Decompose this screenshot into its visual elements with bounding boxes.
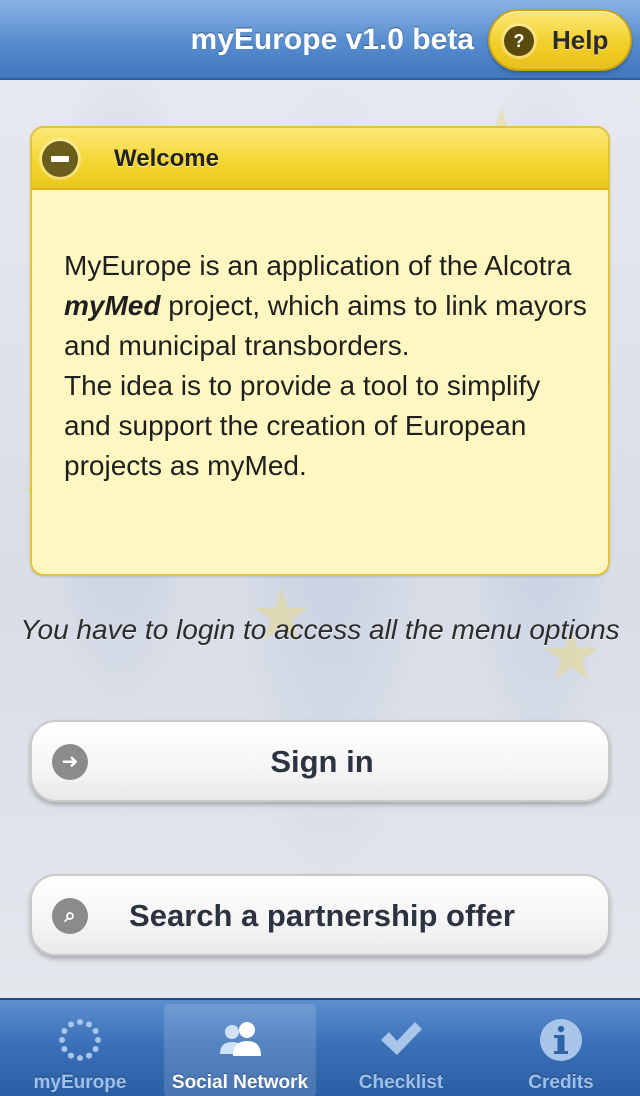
tab-label: Checklist <box>358 1072 444 1093</box>
app-header: myEurope v1.0 beta ? Help <box>0 0 640 80</box>
tab-social-network[interactable]: Social Network <box>164 1004 316 1096</box>
welcome-text: MyEurope is an application of the Alcotr… <box>64 246 594 486</box>
tab-bar: myEurope Social Network Checklist Credit… <box>0 998 640 1096</box>
help-label: Help <box>552 25 609 55</box>
eu-stars-icon <box>59 1019 101 1061</box>
tab-credits[interactable]: Credits <box>485 1004 637 1096</box>
tab-label: Social Network <box>171 1072 309 1093</box>
tab-label: Credits <box>528 1072 594 1093</box>
info-icon <box>540 1019 582 1061</box>
welcome-text-part3: The idea is to provide a tool to simplif… <box>64 370 541 481</box>
people-icon <box>220 1022 261 1056</box>
tab-label: myEurope <box>33 1072 127 1093</box>
welcome-card-header[interactable]: Welcome <box>32 128 608 190</box>
sign-in-button[interactable]: ➜ Sign in <box>30 720 610 802</box>
question-icon: ? <box>504 26 534 56</box>
search-partnership-button[interactable]: ⌕ Search a partnership offer <box>30 874 610 956</box>
sign-in-label: Sign in <box>270 744 374 779</box>
collapse-icon[interactable] <box>42 141 78 177</box>
tab-myeurope[interactable]: myEurope <box>4 1004 156 1096</box>
welcome-title: Welcome <box>114 145 219 172</box>
app-title: myEurope v1.0 beta <box>190 23 474 56</box>
welcome-text-part1: MyEurope is an application of the Alcotr… <box>64 250 572 281</box>
help-button[interactable]: ? Help <box>488 9 632 71</box>
login-note: You have to login to access all the menu… <box>20 614 620 645</box>
tab-checklist[interactable]: Checklist <box>325 1004 477 1096</box>
search-partnership-label: Search a partnership offer <box>129 898 515 933</box>
mymed-emphasis: myMed <box>64 290 161 321</box>
welcome-card: Welcome MyEurope is an application of th… <box>30 126 610 576</box>
checkmark-icon <box>381 1022 422 1055</box>
